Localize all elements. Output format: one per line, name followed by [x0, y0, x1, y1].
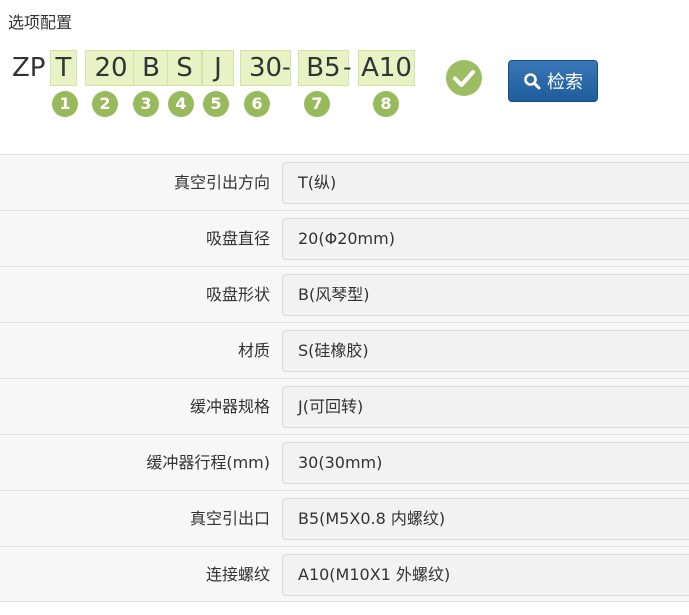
segment-number-badge-4: 4	[168, 91, 194, 117]
segment-number-badge-6: 6	[244, 91, 270, 117]
segment-number-badge-8: 8	[373, 91, 399, 117]
search-icon	[523, 72, 541, 90]
segment-number-badge-3: 3	[133, 91, 159, 117]
option-select-vacuum-port[interactable]: B5(M5X0.8 内螺纹)	[282, 498, 689, 540]
option-select-connection-thread[interactable]: A10(M10X1 外螺纹)	[282, 554, 689, 596]
code-segment-4[interactable]: S	[167, 50, 202, 86]
option-select-buffer-spec[interactable]: J(可回转)	[282, 386, 689, 428]
option-label: 真空引出方向	[173, 173, 270, 192]
option-select-material[interactable]: S(硅橡胶)	[282, 330, 689, 372]
segment-number-badge-2: 2	[92, 91, 118, 117]
option-label: 连接螺纹	[205, 565, 270, 584]
option-label: 材质	[237, 341, 270, 360]
search-button[interactable]: 检索	[508, 60, 598, 102]
option-select-buffer-stroke[interactable]: 30(30mm)	[282, 442, 689, 484]
code-prefix: ZP	[12, 53, 46, 83]
option-label: 缓冲器规格	[189, 397, 270, 416]
option-select-pad-diameter[interactable]: 20(Φ20mm)	[282, 218, 689, 260]
options-form: 真空引出方向 T(纵) 吸盘直径 20(Φ20mm) 吸盘形状 B(风琴型) 材…	[0, 154, 689, 602]
option-row-vacuum-port: 真空引出口 B5(M5X0.8 内螺纹)	[0, 490, 689, 546]
search-button-label: 检索	[547, 72, 583, 93]
segment-number-badge-7: 7	[304, 91, 330, 117]
option-select-pad-shape[interactable]: B(风琴型)	[282, 274, 689, 316]
option-row-buffer-stroke: 缓冲器行程(mm) 30(30mm)	[0, 434, 689, 490]
section-title: 选项配置	[8, 13, 73, 32]
code-segment-8[interactable]: A10	[358, 50, 415, 86]
option-row-vacuum-direction: 真空引出方向 T(纵)	[0, 154, 689, 210]
option-row-pad-diameter: 吸盘直径 20(Φ20mm)	[0, 210, 689, 266]
check-circle-icon[interactable]	[446, 60, 482, 96]
option-select-vacuum-direction[interactable]: T(纵)	[282, 162, 689, 204]
option-label: 吸盘直径	[205, 229, 270, 248]
option-label: 缓冲器行程(mm)	[146, 453, 270, 472]
code-segment-7[interactable]: B5	[298, 50, 349, 86]
option-label: 真空引出口	[189, 509, 270, 528]
code-segment-3[interactable]: B	[133, 50, 169, 86]
code-segment-5[interactable]: J	[202, 50, 234, 86]
segment-number-badge-1: 1	[52, 91, 78, 117]
code-segment-2[interactable]: 20	[85, 50, 137, 86]
code-segment-1[interactable]: T	[50, 50, 77, 86]
segment-number-badge-5: 5	[203, 91, 229, 117]
code-separator: -	[282, 53, 291, 81]
option-label: 吸盘形状	[205, 285, 270, 304]
option-row-connection-thread: 连接螺纹 A10(M10X1 外螺纹)	[0, 546, 689, 602]
code-separator: -	[343, 53, 352, 81]
option-row-buffer-spec: 缓冲器规格 J(可回转)	[0, 378, 689, 434]
option-row-pad-shape: 吸盘形状 B(风琴型)	[0, 266, 689, 322]
option-row-material: 材质 S(硅橡胶)	[0, 322, 689, 378]
